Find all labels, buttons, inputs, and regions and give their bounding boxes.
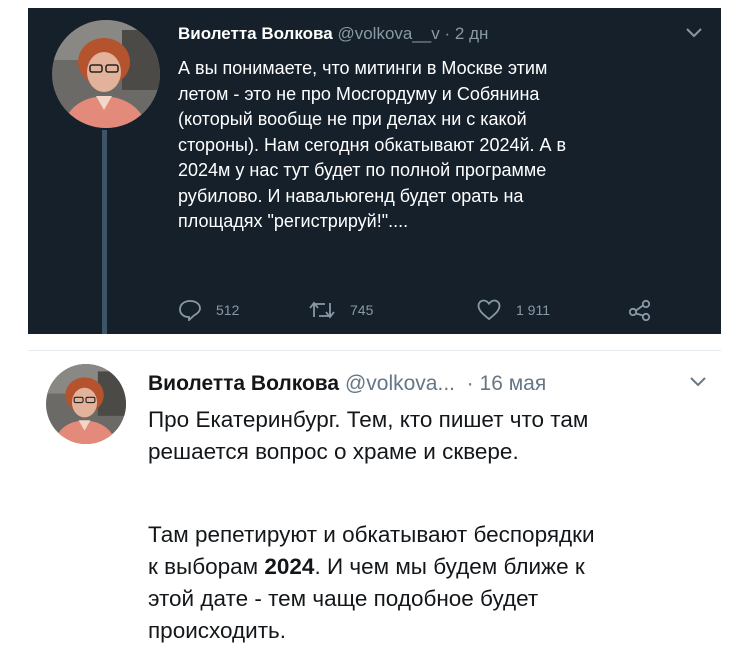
tweet-text-line: 2024м у нас тут будет по полной программ… [178, 160, 547, 180]
author-name[interactable]: Виолетта Волкова [148, 372, 339, 395]
author-handle[interactable]: @volkova... [345, 372, 455, 395]
retweet-count: 745 [350, 302, 374, 318]
dark-tweet-card[interactable]: Виолетта Волкова @volkova__v · 2 дн А вы… [28, 8, 721, 334]
share-icon [628, 299, 652, 321]
tweet-timestamp[interactable]: 16 мая [480, 372, 547, 395]
avatar-photo [46, 364, 126, 444]
tweet-text-line: А вы понимаете, что митинги в Москве эти… [178, 58, 548, 78]
tweet-text-line: (который вообще не при делах ни с какой [178, 109, 527, 129]
chevron-down-icon[interactable] [688, 373, 708, 389]
author-handle[interactable]: @volkova__v [337, 24, 439, 43]
share-button[interactable] [628, 294, 652, 326]
tweet-text-line: площадях "регистрируй!".... [178, 211, 409, 231]
reply-count: 512 [216, 302, 240, 318]
retweet-icon [308, 299, 336, 321]
tweet-divider [28, 350, 721, 351]
text-fragment: . И чем мы будем ближе к [314, 554, 585, 579]
like-count: 1 911 [516, 302, 550, 318]
tweet-text-line: Там репетируют и обкатывают беспорядки [148, 522, 595, 547]
avatar[interactable] [46, 364, 126, 444]
tweet-timestamp[interactable]: 2 дн [455, 24, 489, 43]
like-icon [476, 298, 502, 322]
tweet-text: А вы понимаете, что митинги в Москве эти… [178, 56, 708, 235]
text-fragment: к выборам [148, 554, 265, 579]
avatar[interactable] [52, 20, 160, 128]
thread-connector-line [102, 130, 107, 334]
tweet-text-line: Про Екатеринбург. Тем, кто пишет что там [148, 407, 589, 432]
header-separator: · [466, 372, 474, 395]
tweet-text-line: летом - это не про Мосгордуму и Собянина [178, 83, 540, 104]
avatar-photo [52, 20, 160, 128]
tweet-text-line: решается вопрос о храме и сквере. [148, 439, 519, 464]
reply-button[interactable]: 512 [178, 294, 239, 326]
header-separator: · [444, 24, 451, 43]
tweet-actions: 512 745 1 911 [178, 294, 708, 326]
author-name[interactable]: Виолетта Волкова [178, 24, 333, 43]
like-button[interactable]: 1 911 [476, 294, 550, 326]
tweet-text-line: происходить. [148, 618, 287, 643]
tweet-text-line: к выборам 2024. И чем мы будем ближе к [148, 551, 718, 583]
tweet-text-line: этой дате - тем чаще подобное будет [148, 586, 539, 611]
tweet-text-line: рубилово. И навальюгенд будет орать на [178, 185, 524, 206]
retweet-button[interactable]: 745 [308, 294, 373, 326]
tweet-text-line: стороны). Нам сегодня обкатывают 2024й. … [178, 134, 567, 155]
reply-icon [178, 299, 202, 321]
chevron-down-icon[interactable] [684, 24, 704, 40]
tweet-header: Виолетта Волкова @volkova__v · 2 дн [178, 24, 488, 44]
tweet-text: Про Екатеринбург. Тем, кто пишет что там… [148, 404, 718, 647]
bold-year: 2024 [264, 554, 315, 579]
tweet-header: Виолетта Волкова @volkova... · 16 мая [148, 372, 546, 396]
